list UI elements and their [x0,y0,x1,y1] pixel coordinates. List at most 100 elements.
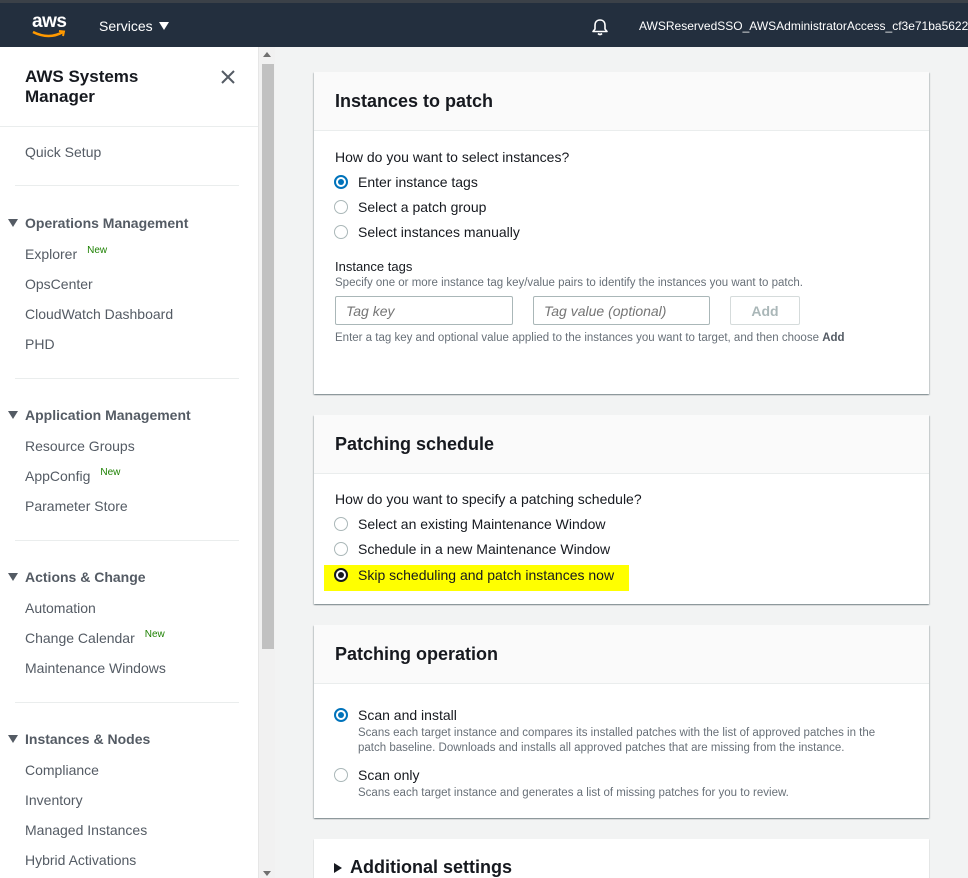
tag-value-input[interactable] [533,296,710,325]
add-tag-button[interactable]: Add [730,296,800,325]
radio-label: Scan only [358,767,420,783]
patching-operation-panel: Patching operation Scan and install Scan… [314,625,929,818]
radio-label: Schedule in a new Maintenance Window [358,541,611,557]
radio-icon[interactable] [334,200,348,214]
sidebar-section-instances-nodes[interactable]: Instances & Nodes [8,731,150,747]
scroll-down-arrow-icon[interactable] [263,871,271,876]
option-description: Scans each target instance and generates… [358,787,789,799]
sidebar-section-actions-change[interactable]: Actions & Change [8,569,146,585]
caret-down-icon [8,411,18,419]
radio-icon[interactable] [334,517,348,531]
divider [0,126,258,127]
option-description: Scans each target instance and compares … [358,727,876,754]
top-navigation: aws Services AWSReservedSSO_AWSAdministr… [0,0,968,47]
account-menu[interactable]: AWSReservedSSO_AWSAdministratorAccess_cf… [639,19,968,33]
sidebar-scrollbar[interactable] [258,47,275,878]
radio-new-maintenance-window[interactable]: Schedule in a new Maintenance Window [334,541,610,557]
sidebar-item-quick-setup[interactable]: Quick Setup [25,144,101,160]
radio-label: Enter instance tags [358,174,478,190]
sidebar-item-label: Change Calendar [25,630,135,646]
sidebar-item-compliance[interactable]: Compliance [25,762,99,778]
sidebar-item-hybrid-activations[interactable]: Hybrid Activations [25,852,136,868]
radio-enter-instance-tags[interactable]: Enter instance tags [334,174,478,190]
section-label: Operations Management [25,215,189,231]
panel-title: Patching schedule [314,415,929,474]
close-icon[interactable] [220,69,236,85]
radio-icon[interactable] [334,542,348,556]
sidebar-section-application-management[interactable]: Application Management [8,407,191,423]
section-label: Application Management [25,407,191,423]
services-label: Services [99,18,153,34]
radio-option: Scan and install Scans each target insta… [358,707,904,756]
panel-title: Instances to patch [314,72,929,131]
section-label: Instances & Nodes [25,731,151,747]
radio-existing-maintenance-window[interactable]: Select an existing Maintenance Window [334,516,605,532]
radio-selected-icon[interactable] [334,175,348,189]
instance-tags-hint: Specify one or more instance tag key/val… [335,277,803,289]
main-content: Instances to patch How do you want to se… [276,47,968,878]
radio-option: Scan only Scans each target instance and… [358,767,789,801]
radio-label: Select an existing Maintenance Window [358,516,606,532]
new-badge: New [144,629,165,640]
additional-settings-panel: Additional settings [314,839,929,878]
caret-down-icon [8,735,18,743]
sidebar-item-cloudwatch-dashboard[interactable]: CloudWatch Dashboard [25,306,173,322]
radio-select-instances-manually[interactable]: Select instances manually [334,224,520,240]
instances-question: How do you want to select instances? [335,149,570,165]
sidebar-item-phd[interactable]: PHD [25,336,55,352]
tag-key-input[interactable] [335,296,513,325]
aws-logo[interactable]: aws [32,11,67,41]
scroll-up-arrow-icon[interactable] [263,52,271,57]
sidebar-item-parameter-store[interactable]: Parameter Store [25,498,128,514]
bell-icon[interactable] [590,17,610,37]
instances-to-patch-panel: Instances to patch How do you want to se… [314,72,929,394]
scrollbar-thumb[interactable] [262,64,274,649]
sidebar-item-label: Explorer [25,246,78,262]
tag-footer-hint: Enter a tag key and optional value appli… [335,332,845,344]
sidebar-item-opscenter[interactable]: OpsCenter [25,276,93,292]
caret-right-icon [334,862,342,873]
sidebar-title: AWS Systems Manager [25,67,139,106]
divider [15,378,239,379]
radio-label: Skip scheduling and patch instances now [358,567,615,583]
radio-selected-icon[interactable] [334,708,348,722]
panel-title: Patching operation [314,625,929,684]
panel-title: Additional settings [350,857,512,877]
radio-label: Select a patch group [358,199,487,215]
caret-down-icon [8,573,18,581]
sidebar-item-automation[interactable]: Automation [25,600,96,616]
aws-smile-icon [32,30,66,38]
new-badge: New [87,245,108,256]
sidebar-item-resource-groups[interactable]: Resource Groups [25,438,135,454]
radio-skip-scheduling[interactable]: Skip scheduling and patch instances now [334,567,614,583]
sidebar-item-change-calendar[interactable]: Change Calendar New [25,629,165,646]
caret-down-icon [8,219,18,227]
radio-select-patch-group[interactable]: Select a patch group [334,199,486,215]
radio-label: Scan and install [358,707,457,723]
radio-scan-only[interactable]: Scan only Scans each target instance and… [334,767,904,801]
additional-settings-toggle[interactable]: Additional settings [334,857,512,878]
divider [15,702,239,703]
hint-bold: Add [822,332,845,344]
section-label: Actions & Change [25,569,146,585]
sidebar-item-maintenance-windows[interactable]: Maintenance Windows [25,660,166,676]
divider [15,185,239,186]
divider [15,540,239,541]
radio-icon[interactable] [334,768,348,782]
sidebar: AWS Systems Manager Quick Setup Operatio… [0,47,258,878]
sidebar-item-appconfig[interactable]: AppConfig New [25,467,121,484]
sidebar-item-managed-instances[interactable]: Managed Instances [25,822,147,838]
sidebar-item-explorer[interactable]: Explorer New [25,245,108,262]
sidebar-section-operations-management[interactable]: Operations Management [8,215,188,231]
radio-selected-icon[interactable] [334,568,348,582]
new-badge: New [100,467,121,478]
radio-icon[interactable] [334,225,348,239]
caret-down-icon [158,22,169,30]
services-menu-button[interactable]: Services [99,18,169,34]
schedule-question: How do you want to specify a patching sc… [335,491,642,507]
hint-text: Enter a tag key and optional value appli… [335,332,819,344]
radio-label: Select instances manually [358,224,520,240]
sidebar-item-inventory[interactable]: Inventory [25,792,83,808]
sidebar-item-label: AppConfig [25,468,91,484]
radio-scan-and-install[interactable]: Scan and install Scans each target insta… [334,707,904,756]
